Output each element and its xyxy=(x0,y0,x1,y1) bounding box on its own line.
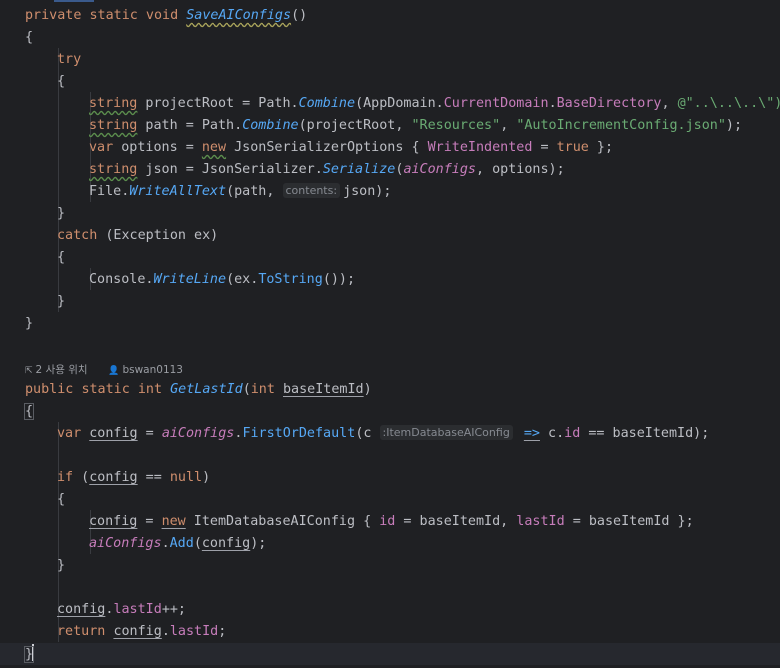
code-line-brace: } xyxy=(57,558,66,573)
code-line-signature: private static void SaveAIConfigs() xyxy=(25,8,308,23)
code-line-signature: public static int GetLastId(int baseItem… xyxy=(25,382,372,397)
method-name[interactable]: SaveAIConfigs xyxy=(186,8,291,23)
type-hint: :ItemDatabaseAIConfig xyxy=(379,425,513,440)
code-line-brace: } xyxy=(57,294,66,309)
code-line-if: if (config == null) xyxy=(57,470,211,485)
code-line: string projectRoot = Path.Combine(AppDom… xyxy=(89,96,780,111)
parameter-hint: contents: xyxy=(282,183,341,198)
method-name[interactable]: GetLastId xyxy=(170,382,243,397)
code-vision-inlay: ⇱ 2 사용 위치 👤 bswan0113 xyxy=(25,363,183,377)
code-line: string json = JsonSerializer.Serialize(a… xyxy=(89,162,565,177)
code-line: string path = Path.Combine(projectRoot, … xyxy=(89,118,743,133)
text-caret xyxy=(32,644,35,661)
code-line: var options = new JsonSerializerOptions … xyxy=(89,140,614,155)
code-line: return config.lastId; xyxy=(57,624,227,639)
code-line: var config = aiConfigs.FirstOrDefault(c … xyxy=(57,425,710,441)
usages-icon: ⇱ xyxy=(25,366,33,376)
code-line-brace: { xyxy=(57,250,66,265)
author-link[interactable]: 👤 bswan0113 xyxy=(108,363,183,378)
code-line-catch: catch (Exception ex) xyxy=(57,228,219,243)
code-line-brace: { xyxy=(25,30,34,45)
code-editor[interactable]: private static void SaveAIConfigs() { tr… xyxy=(0,0,780,668)
code-line: aiConfigs.Add(config); xyxy=(89,536,267,551)
code-line: Console.WriteLine(ex.ToString()); xyxy=(89,272,356,287)
code-line: config.lastId++; xyxy=(57,602,186,617)
code-line-brace: } xyxy=(23,644,35,664)
scroll-marker xyxy=(54,0,94,2)
code-line: File.WriteAllText(path, contents: json); xyxy=(89,183,392,199)
code-line-brace: { xyxy=(23,403,35,420)
code-line-brace: } xyxy=(25,316,34,331)
code-line-brace: { xyxy=(57,492,66,507)
code-line: config = new ItemDatabaseAIConfig { id =… xyxy=(89,514,694,529)
user-icon: 👤 xyxy=(108,366,120,376)
code-line-brace: { xyxy=(57,74,66,89)
current-line-highlight xyxy=(0,643,780,665)
code-line-brace: } xyxy=(57,206,66,221)
code-line-try: try xyxy=(57,52,82,67)
usages-link[interactable]: ⇱ 2 사용 위치 xyxy=(25,363,88,378)
